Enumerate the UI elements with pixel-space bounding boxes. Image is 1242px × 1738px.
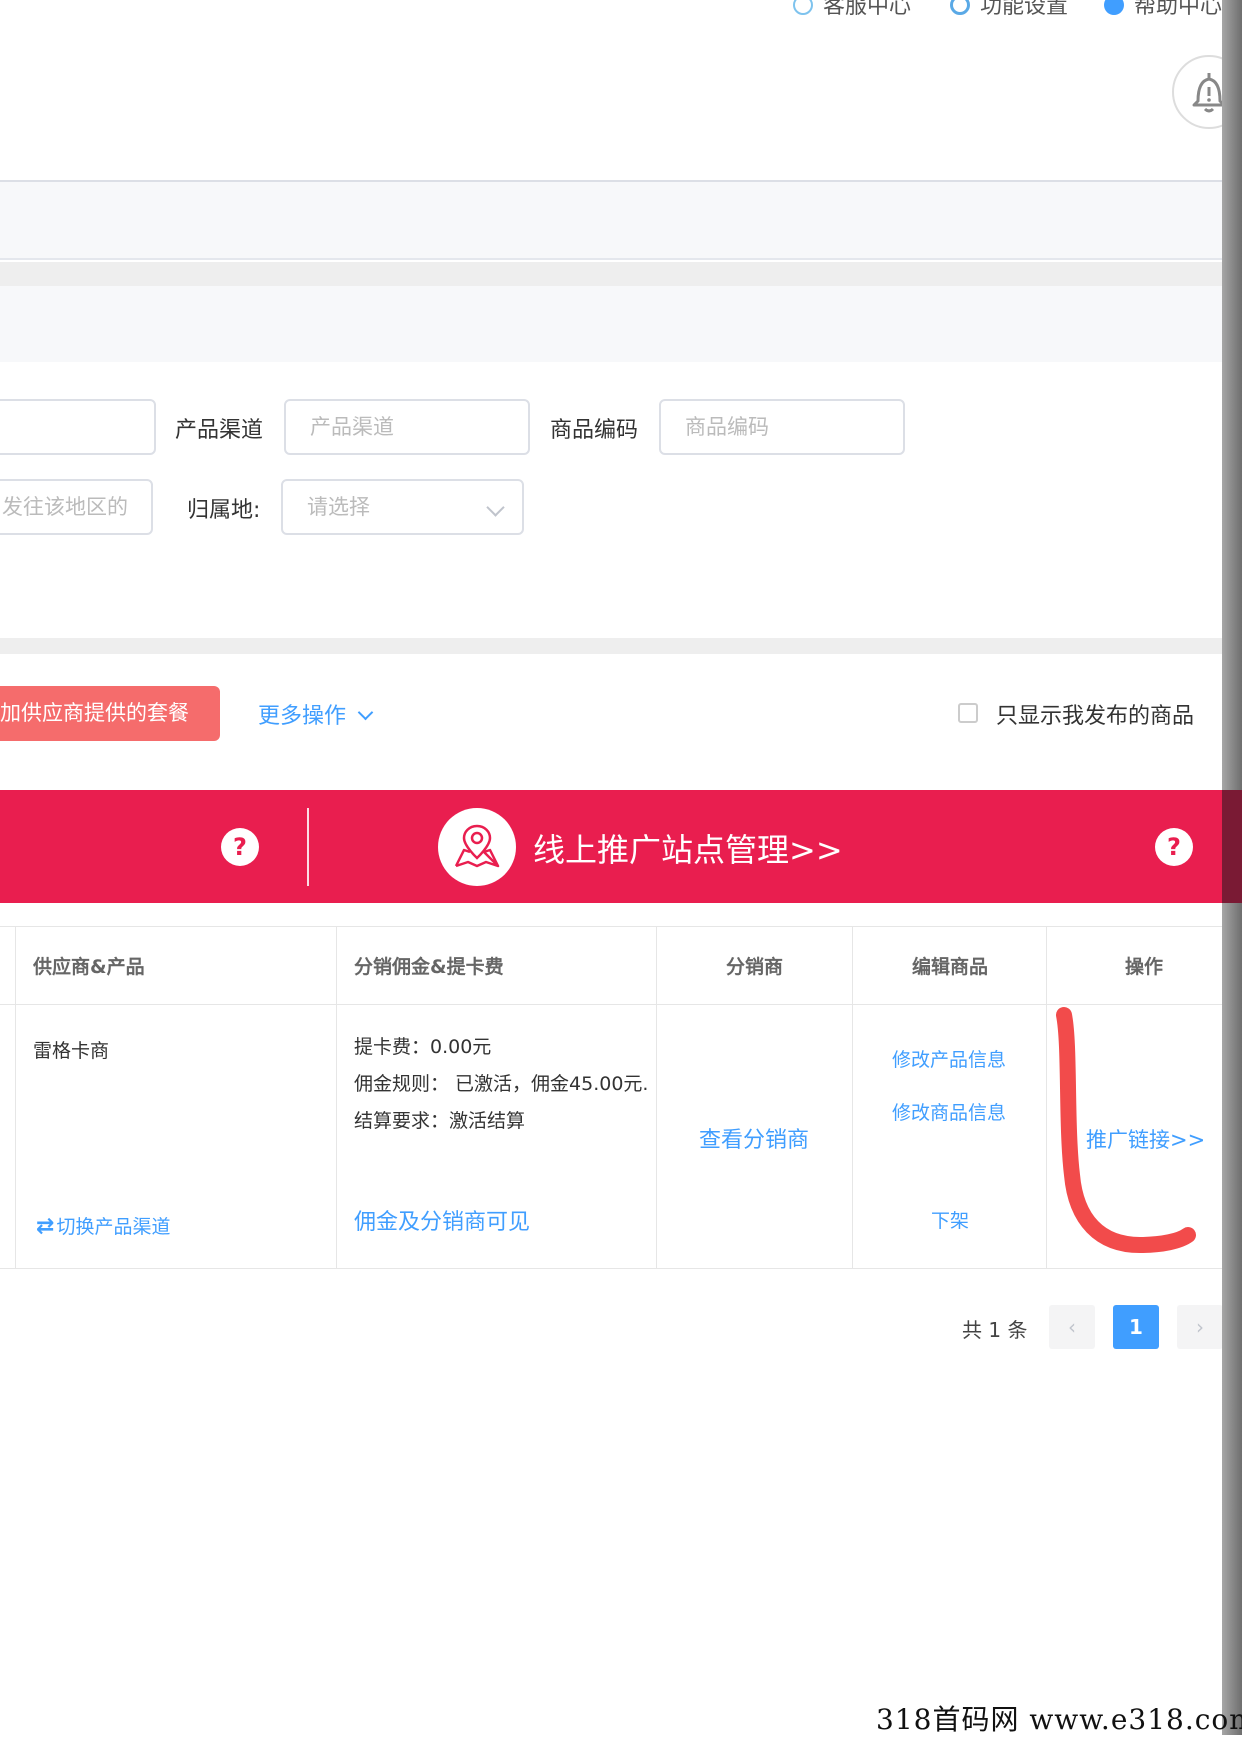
channel-label: 产品渠道	[175, 418, 264, 443]
banner-divider	[307, 808, 309, 886]
only-mine-label: 只显示我发布的商品	[996, 704, 1195, 729]
help-center-link[interactable]: 帮助中心	[1104, 0, 1222, 20]
map-pin-icon	[438, 808, 516, 886]
customer-service-link[interactable]: 客服中心	[793, 0, 911, 20]
settings-link[interactable]: 功能设置	[950, 0, 1068, 20]
card-fee: 提卡费：0.00元	[354, 1036, 492, 1058]
table-border	[336, 926, 337, 1268]
table-border	[0, 1268, 1222, 1269]
col-header-edit: 编辑商品	[912, 956, 989, 978]
swap-arrows-icon: ⇄	[36, 1214, 55, 1239]
col-header-commission: 分销佣金&提卡费	[354, 956, 504, 978]
more-operations-dropdown[interactable]: 更多操作	[258, 698, 374, 730]
table-border	[15, 926, 16, 1268]
help-question-icon[interactable]: ?	[1155, 828, 1193, 866]
table-border	[1046, 926, 1047, 1268]
help-icon	[1104, 0, 1124, 15]
col-header-distributor: 分销商	[726, 956, 784, 978]
code-input[interactable]: 商品编码	[659, 399, 905, 455]
promo-site-management-link[interactable]: 线上推广站点管理>>	[533, 825, 843, 871]
gear-icon	[950, 0, 970, 15]
commission-rule: 佣金规则： 已激活，佣金45.00元.	[354, 1073, 649, 1095]
view-distributors-link[interactable]: 查看分销商	[699, 1122, 809, 1154]
table-border	[852, 926, 853, 1268]
pagination-total: 共 1 条	[962, 1318, 1028, 1342]
watermark: 318首码网 www.e318.com	[876, 1703, 1242, 1736]
page-1-button[interactable]: 1	[1113, 1305, 1159, 1349]
add-supplier-package-button[interactable]: 加供应商提供的套餐	[0, 686, 220, 741]
section-header	[0, 286, 1242, 362]
supplier-name: 雷格卡商	[33, 1040, 110, 1062]
section-divider	[0, 262, 1242, 286]
scrollbar-shadow	[1222, 790, 1242, 903]
settlement-requirement: 结算要求：激活结算	[354, 1110, 526, 1132]
channel-input[interactable]: 产品渠道	[284, 399, 530, 455]
col-header-actions: 操作	[1125, 956, 1164, 978]
edit-goods-info-link[interactable]: 修改商品信息	[892, 1098, 1006, 1125]
red-annotation-stroke	[1056, 1007, 1196, 1254]
section-divider-2	[0, 638, 1242, 654]
location-select-value: 请选择	[307, 495, 370, 519]
headset-icon	[793, 0, 813, 15]
switch-channel-link[interactable]: ⇄ 切换产品渠道	[36, 1212, 170, 1239]
table-border	[656, 926, 657, 1268]
location-label: 归属地:	[187, 498, 261, 523]
region-input[interactable]: 发往该地区的	[0, 479, 153, 535]
commission-visibility-link[interactable]: 佣金及分销商可见	[354, 1204, 530, 1236]
only-mine-checkbox[interactable]	[958, 703, 978, 723]
next-page-button[interactable]: ›	[1177, 1305, 1223, 1349]
chevron-down-icon	[357, 704, 374, 721]
take-down-link[interactable]: 下架	[931, 1206, 969, 1233]
col-header-supplier: 供应商&产品	[33, 956, 145, 978]
breadcrumb-bar	[0, 180, 1242, 260]
help-question-icon[interactable]: ?	[221, 828, 259, 866]
table-border	[0, 1004, 1222, 1005]
prev-page-button[interactable]: ‹	[1049, 1305, 1095, 1349]
edit-product-info-link[interactable]: 修改产品信息	[892, 1045, 1006, 1072]
table-border	[0, 926, 1222, 927]
filter-input-partial[interactable]	[0, 399, 156, 455]
more-operations-label: 更多操作	[258, 704, 347, 729]
code-label: 商品编码	[550, 418, 639, 443]
